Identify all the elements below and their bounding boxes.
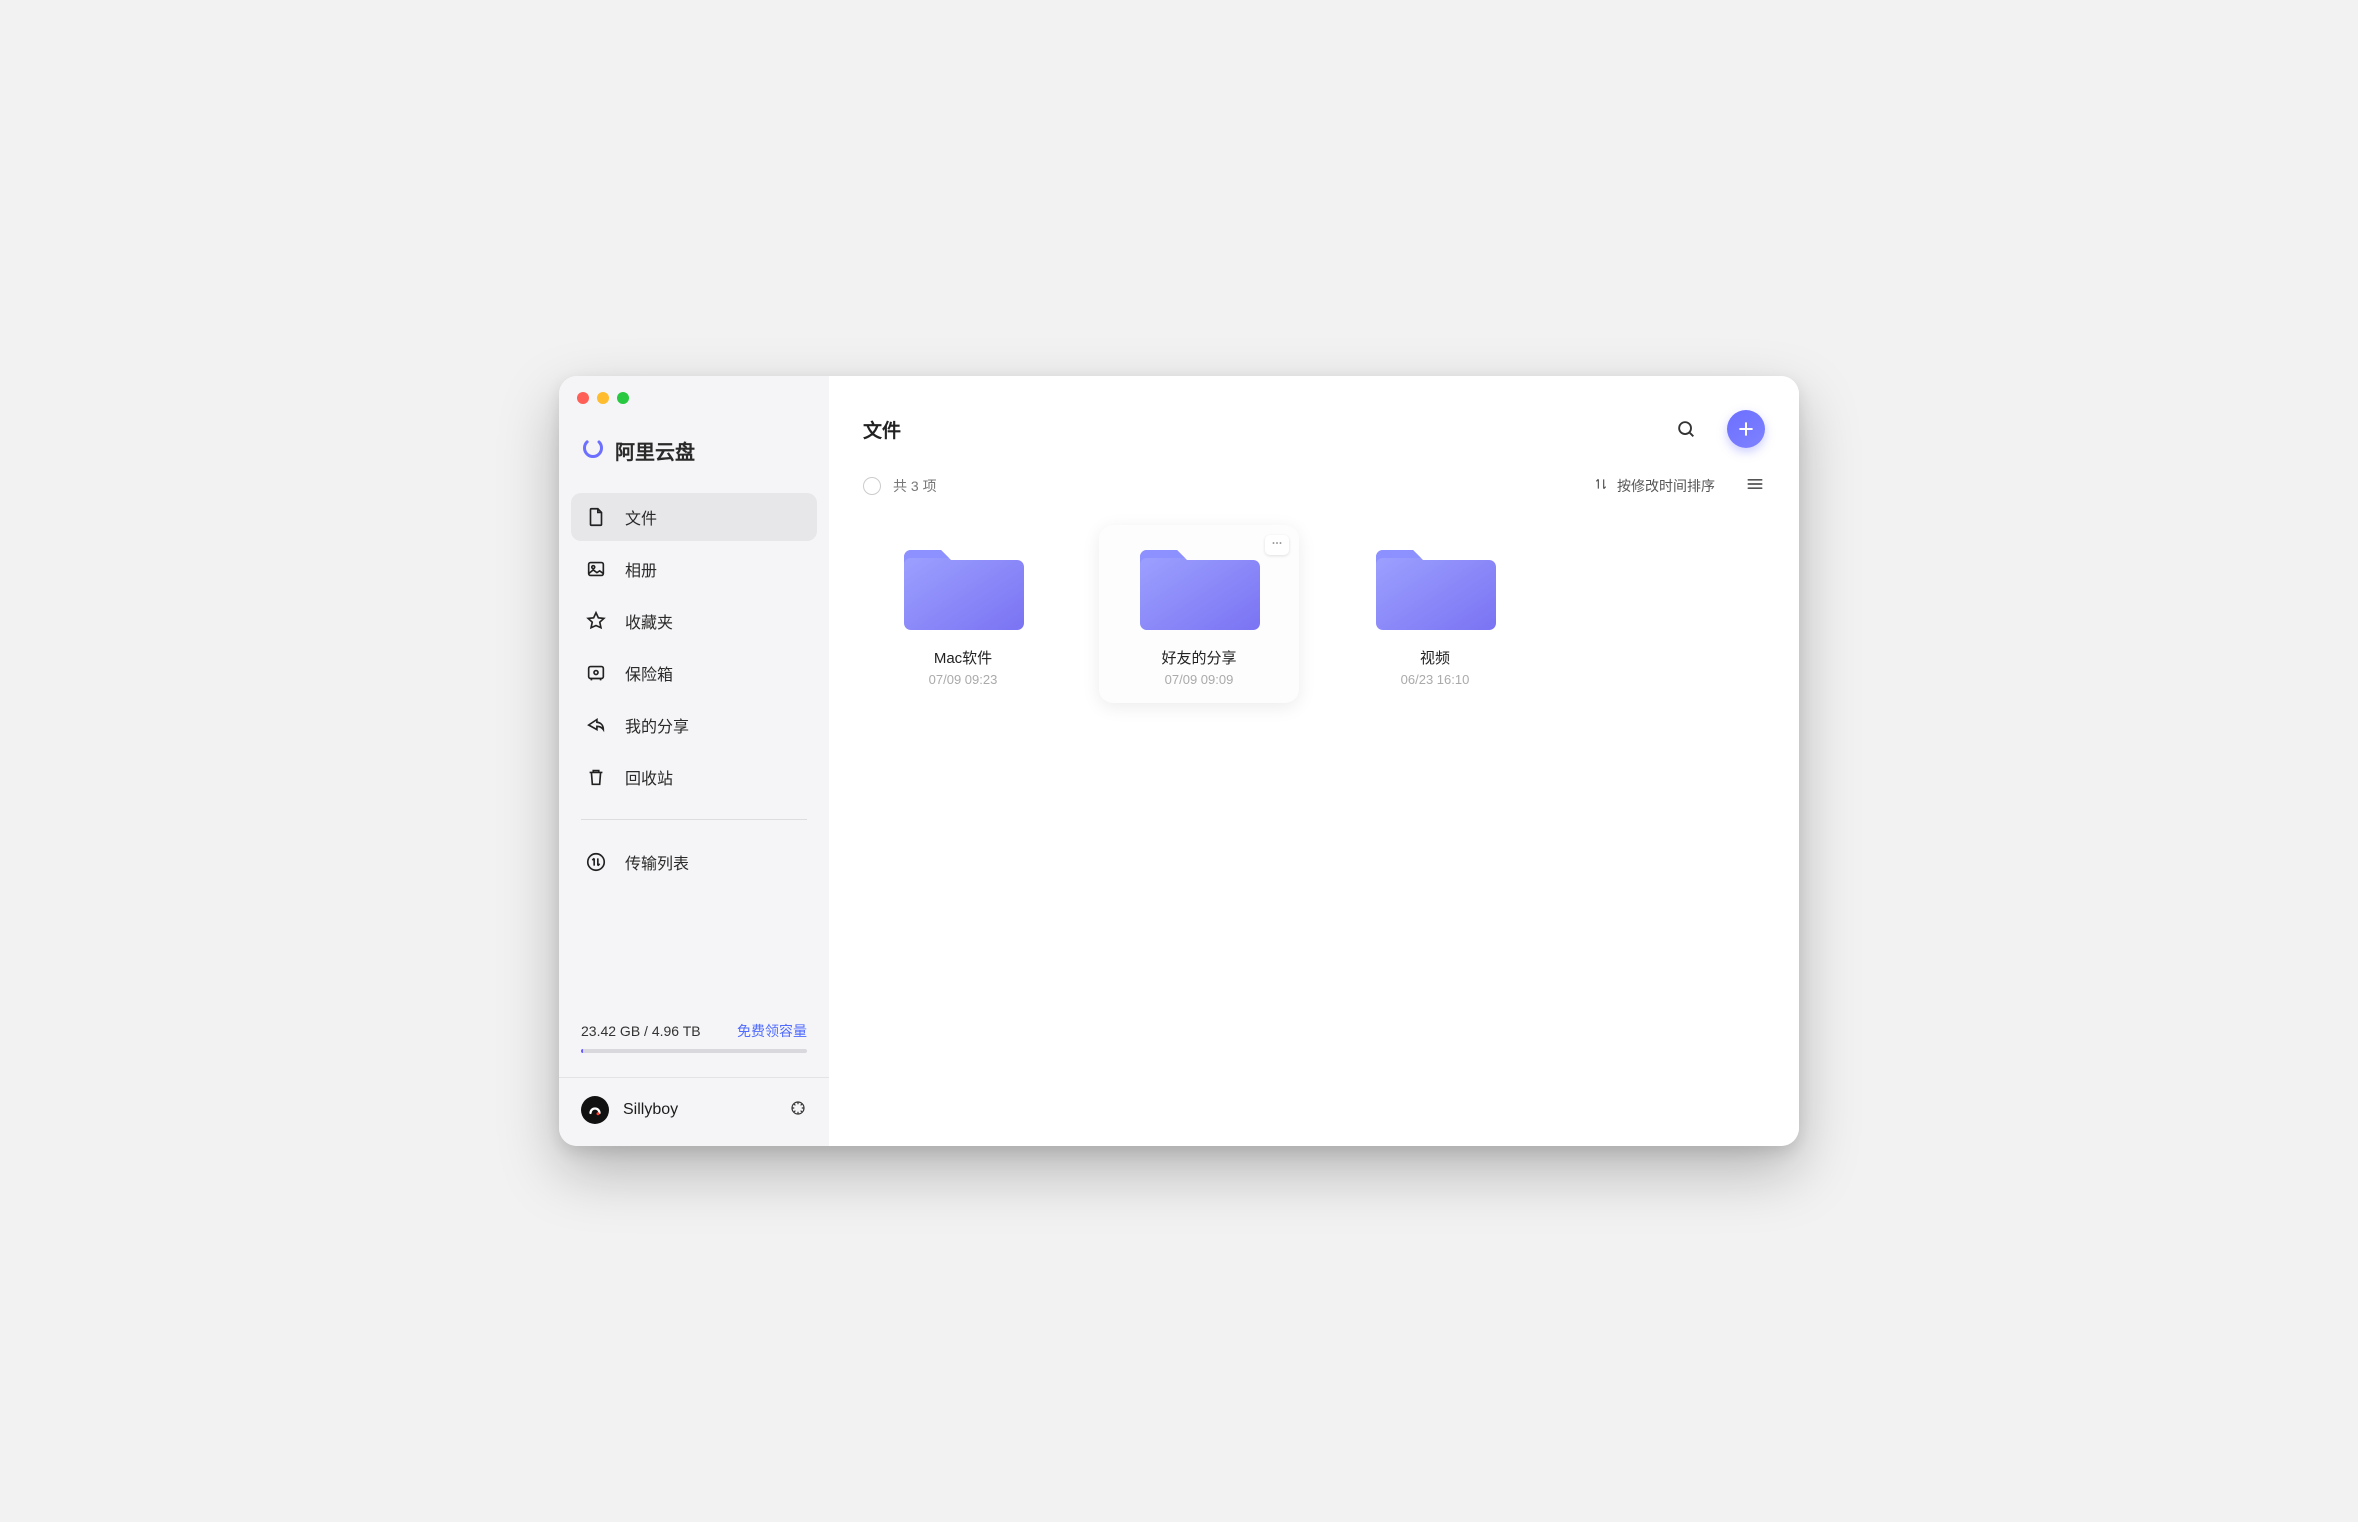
add-button[interactable] <box>1727 410 1765 448</box>
folder-card[interactable]: 视频 06/23 16:10 <box>1335 525 1535 703</box>
more-icon <box>1270 536 1284 555</box>
sidebar-item-transfers[interactable]: 传输列表 <box>571 838 817 886</box>
select-all-checkbox[interactable] <box>863 477 881 495</box>
sidebar-item-label: 相册 <box>625 557 657 581</box>
sidebar-item-label: 文件 <box>625 505 657 529</box>
folder-card[interactable]: Mac软件 07/09 09:23 <box>863 525 1063 703</box>
sort-button[interactable]: 按修改时间排序 <box>1593 476 1715 496</box>
app-window: 阿里云盘 文件 相册 收藏夹 <box>559 376 1799 1146</box>
list-view-icon <box>1745 474 1765 497</box>
page-title: 文件 <box>863 416 1669 443</box>
gallery-icon <box>585 558 607 580</box>
storage-upgrade-link[interactable]: 免费领容量 <box>737 1021 807 1041</box>
brand-logo-icon <box>581 436 605 465</box>
view-toggle-button[interactable] <box>1745 474 1765 497</box>
sidebar-item-shares[interactable]: 我的分享 <box>571 701 817 749</box>
minimize-window-button[interactable] <box>597 392 609 404</box>
card-more-button[interactable] <box>1265 535 1289 555</box>
sidebar-item-files[interactable]: 文件 <box>571 493 817 541</box>
folder-icon <box>1109 539 1289 637</box>
trash-icon <box>585 766 607 788</box>
sidebar-divider <box>581 819 807 820</box>
user-name: Sillyboy <box>623 1101 775 1119</box>
sort-label: 按修改时间排序 <box>1617 476 1715 496</box>
window-controls <box>559 376 829 410</box>
sort-icon <box>1593 476 1609 495</box>
user-row[interactable]: Sillyboy <box>559 1078 829 1146</box>
sidebar-nav: 文件 相册 收藏夹 保险箱 <box>559 493 829 801</box>
folder-name: Mac软件 <box>873 647 1053 668</box>
maximize-window-button[interactable] <box>617 392 629 404</box>
brand-name: 阿里云盘 <box>615 436 695 465</box>
sidebar-item-vault[interactable]: 保险箱 <box>571 649 817 697</box>
settings-icon[interactable] <box>789 1099 807 1122</box>
close-window-button[interactable] <box>577 392 589 404</box>
toolbar: 共 3 项 按修改时间排序 <box>829 466 1799 515</box>
star-icon <box>585 610 607 632</box>
sidebar-item-label: 我的分享 <box>625 713 689 737</box>
vault-icon <box>585 662 607 684</box>
folder-name: 好友的分享 <box>1109 647 1289 668</box>
sidebar: 阿里云盘 文件 相册 收藏夹 <box>559 376 829 1146</box>
sidebar-item-label: 传输列表 <box>625 850 689 874</box>
file-grid: Mac软件 07/09 09:23 好友的分享 07/09 09:09 <box>829 515 1799 713</box>
storage-usage-text: 23.42 GB / 4.96 TB <box>581 1023 701 1039</box>
folder-icon <box>1345 539 1525 637</box>
avatar <box>581 1096 609 1124</box>
folder-date: 07/09 09:09 <box>1109 672 1289 687</box>
storage-progress <box>581 1049 807 1053</box>
folder-name: 视频 <box>1345 647 1525 668</box>
transfer-icon <box>585 851 607 873</box>
storage-panel: 23.42 GB / 4.96 TB 免费领容量 <box>559 1021 829 1067</box>
header-actions <box>1669 410 1765 448</box>
sidebar-item-favorites[interactable]: 收藏夹 <box>571 597 817 645</box>
storage-progress-fill <box>581 1049 583 1053</box>
sidebar-nav-secondary: 传输列表 <box>559 838 829 886</box>
sidebar-item-trash[interactable]: 回收站 <box>571 753 817 801</box>
share-icon <box>585 714 607 736</box>
main-panel: 文件 共 3 项 按修改时间排序 <box>829 376 1799 1146</box>
sidebar-item-label: 保险箱 <box>625 661 673 685</box>
item-count-text: 共 3 项 <box>893 476 937 496</box>
header: 文件 <box>829 376 1799 466</box>
folder-date: 06/23 16:10 <box>1345 672 1525 687</box>
sidebar-item-label: 回收站 <box>625 765 673 789</box>
sidebar-item-label: 收藏夹 <box>625 609 673 633</box>
folder-date: 07/09 09:23 <box>873 672 1053 687</box>
folder-icon <box>873 539 1053 637</box>
brand: 阿里云盘 <box>559 410 829 493</box>
sidebar-item-gallery[interactable]: 相册 <box>571 545 817 593</box>
folder-card[interactable]: 好友的分享 07/09 09:09 <box>1099 525 1299 703</box>
search-button[interactable] <box>1669 412 1703 446</box>
file-icon <box>585 506 607 528</box>
